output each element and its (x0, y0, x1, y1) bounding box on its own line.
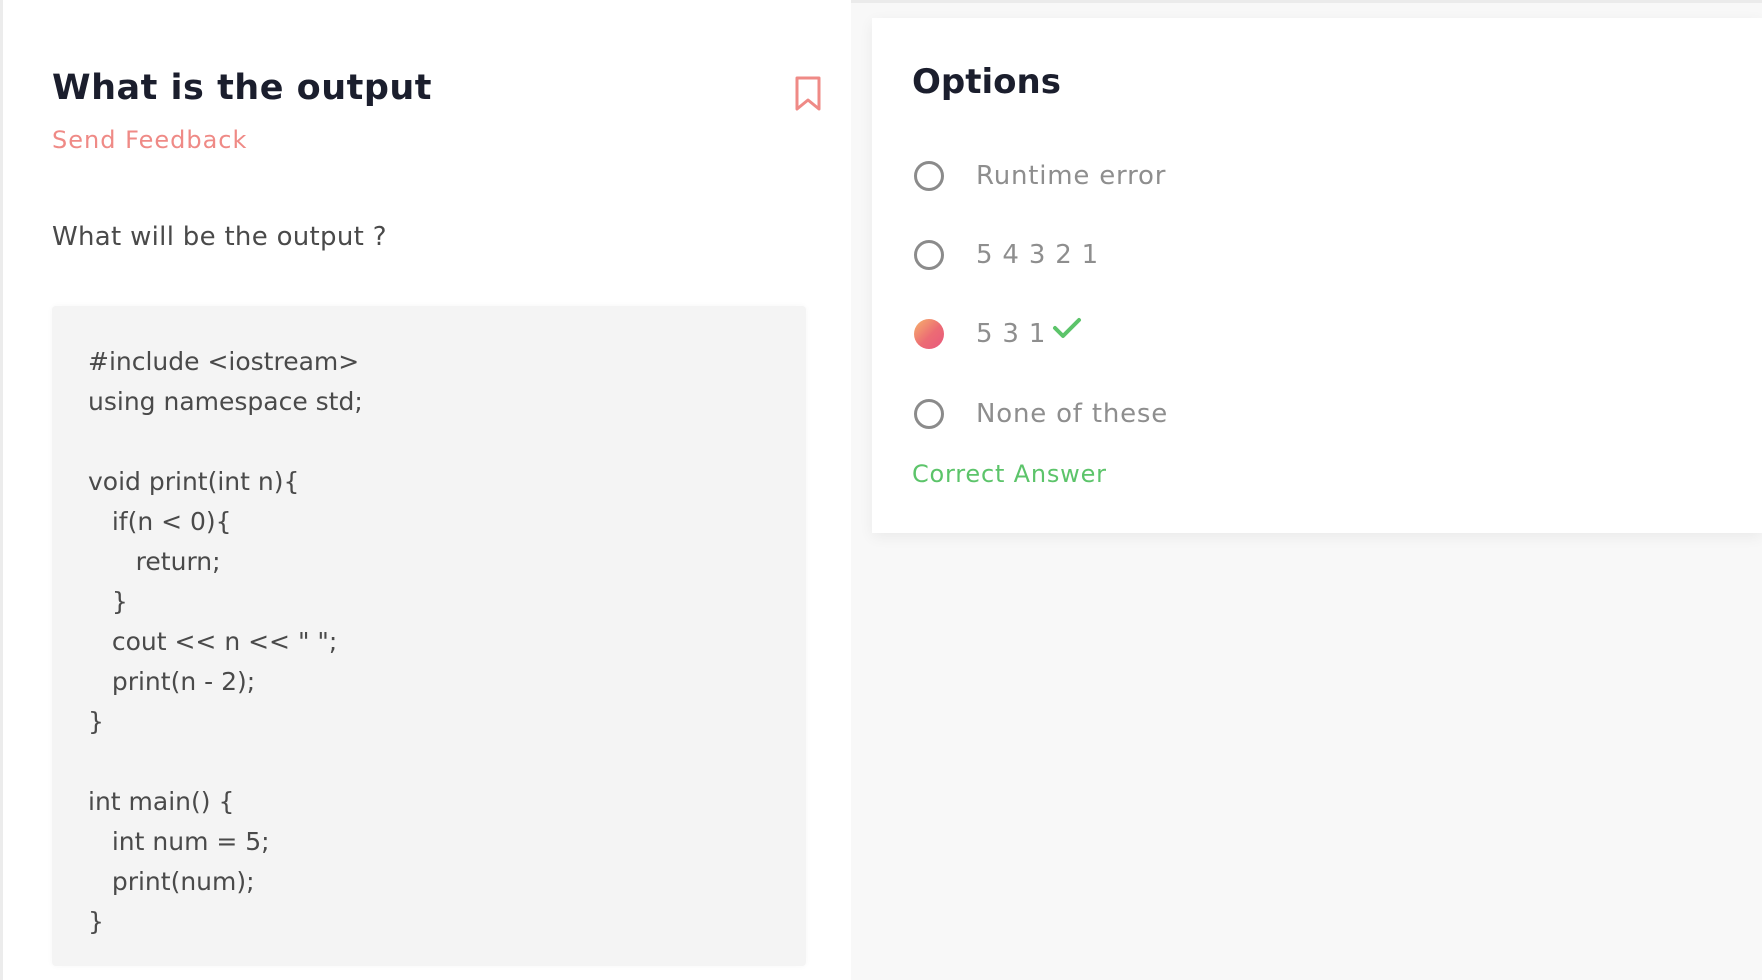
option-5-4-3-2-1[interactable]: 5 4 3 2 1 (914, 237, 1414, 277)
question-panel: What is the output Send Feedback What wi… (2, 0, 851, 980)
check-icon (1052, 316, 1082, 347)
option-5-3-1[interactable]: 5 3 1 (914, 316, 1414, 356)
option-label: 5 3 1 (976, 319, 1047, 349)
option-none-of-these[interactable]: None of these (914, 396, 1414, 436)
option-label: None of these (976, 399, 1169, 429)
options-title: Options (912, 62, 1061, 102)
send-feedback-link[interactable]: Send Feedback (52, 126, 247, 154)
option-label-wrap: 5 3 1 (976, 316, 1082, 350)
top-divider (851, 0, 1762, 3)
options-card: Options Runtime error 5 4 3 2 1 5 3 1 No… (872, 18, 1762, 533)
radio-button[interactable] (914, 399, 944, 429)
option-runtime-error[interactable]: Runtime error (914, 158, 1414, 198)
question-prompt: What will be the output ? (52, 222, 387, 252)
radio-button-selected[interactable] (914, 319, 944, 349)
radio-button[interactable] (914, 161, 944, 191)
code-block: #include <iostream> using namespace std;… (52, 306, 806, 966)
panel-divider (0, 0, 3, 980)
option-label: Runtime error (976, 161, 1167, 191)
correct-answer-label: Correct Answer (912, 460, 1107, 488)
bookmark-icon[interactable] (794, 76, 822, 112)
question-title: What is the output (52, 68, 433, 108)
radio-button[interactable] (914, 240, 944, 270)
code-snippet: #include <iostream> using namespace std;… (88, 347, 363, 936)
option-label: 5 4 3 2 1 (976, 240, 1099, 270)
